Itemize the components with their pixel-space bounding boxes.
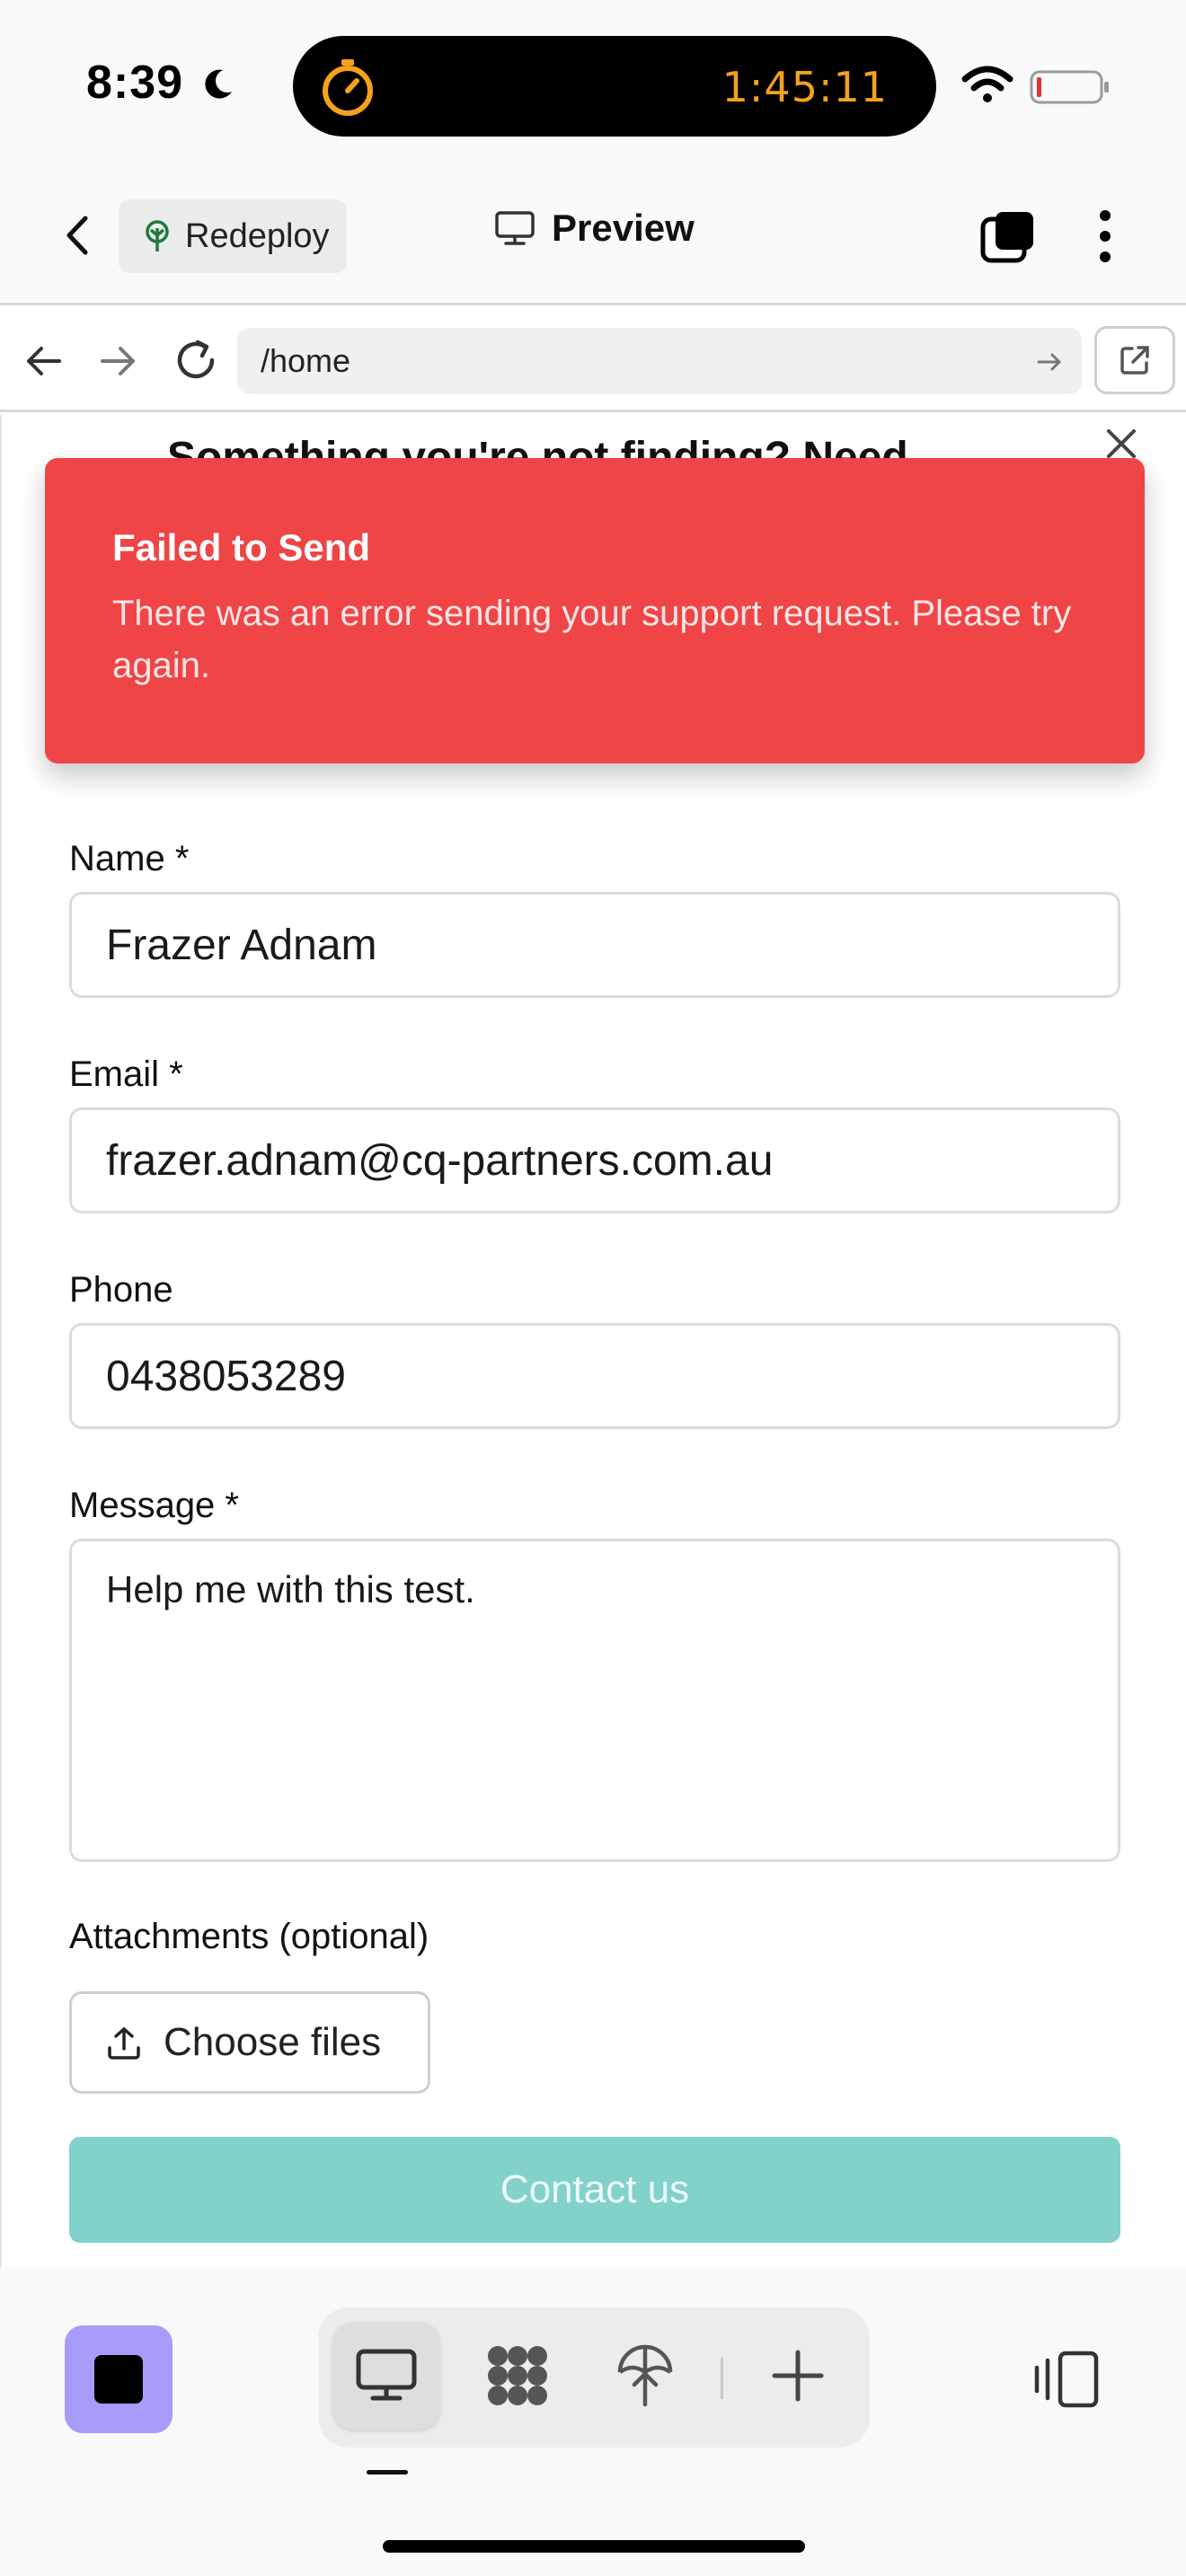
sidebar-toggle-icon[interactable] xyxy=(1033,2350,1102,2409)
bottom-toolbar xyxy=(0,2267,1186,2576)
app-header: Redeploy Preview xyxy=(0,171,1186,305)
app-square-icon xyxy=(94,2355,143,2404)
monitor-icon xyxy=(495,211,535,245)
name-field[interactable]: Frazer Adnam xyxy=(69,892,1120,998)
message-textarea[interactable]: Help me with this test. xyxy=(69,1539,1120,1862)
deploy-tab[interactable] xyxy=(591,2322,699,2430)
preview-title: Preview xyxy=(494,207,695,250)
tabs-icon[interactable] xyxy=(979,208,1037,266)
error-toast[interactable]: Failed to Send There was an error sendin… xyxy=(45,458,1145,763)
more-vertical-icon[interactable] xyxy=(1078,207,1132,266)
contact-us-button[interactable]: Contact us xyxy=(69,2137,1120,2243)
name-label: Name * xyxy=(69,839,190,878)
redeploy-button[interactable]: Redeploy xyxy=(119,199,347,273)
url-text: /home xyxy=(261,342,351,379)
home-indicator[interactable] xyxy=(383,2540,805,2553)
toast-message: There was an error sending your support … xyxy=(112,594,1072,685)
components-tab[interactable] xyxy=(464,2322,571,2430)
choose-files-button[interactable]: Choose files xyxy=(69,1991,430,2094)
attachments-label: Attachments (optional) xyxy=(69,1917,429,1956)
preview-tab[interactable] xyxy=(332,2322,440,2430)
monitor-icon xyxy=(356,2349,417,2401)
web-preview: Something you're not finding? Need Faile… xyxy=(0,415,1186,2267)
deploy-tree-icon xyxy=(146,220,169,251)
upload-icon xyxy=(108,2027,140,2060)
timer-readout: 1:45:11 xyxy=(721,63,888,111)
battery-icon xyxy=(1030,70,1109,104)
plus-icon xyxy=(772,2350,824,2402)
arrow-left-icon[interactable] xyxy=(22,339,66,384)
toolbar-divider xyxy=(721,2358,723,2399)
phone-label: Phone xyxy=(69,1270,173,1310)
stopwatch-icon xyxy=(323,59,373,116)
status-bar: 8:39 1:45:11 xyxy=(0,0,1186,171)
email-field[interactable]: frazer.adnam@cq-partners.com.au xyxy=(69,1107,1120,1213)
chevron-left-icon xyxy=(66,216,88,255)
go-arrow-icon[interactable] xyxy=(1035,348,1064,376)
add-button[interactable] xyxy=(744,2322,852,2430)
status-time: 8:39 xyxy=(86,57,184,109)
dynamic-island[interactable]: 1:45:11 xyxy=(293,36,936,137)
moon-icon xyxy=(205,69,232,99)
email-label: Email * xyxy=(69,1054,183,1094)
external-link-icon xyxy=(1120,346,1149,375)
browser-bar: /home xyxy=(0,308,1186,412)
choose-files-label: Choose files xyxy=(164,2020,382,2064)
back-button[interactable] xyxy=(50,208,104,262)
preview-title-label: Preview xyxy=(552,207,695,249)
active-tab-indicator xyxy=(367,2470,408,2475)
message-label: Message * xyxy=(69,1486,239,1525)
open-external-button[interactable] xyxy=(1094,326,1175,394)
toast-title: Failed to Send xyxy=(112,526,371,569)
redeploy-label: Redeploy xyxy=(185,216,330,255)
view-switcher xyxy=(318,2307,870,2448)
deploy-icon xyxy=(617,2344,673,2407)
url-input[interactable]: /home xyxy=(237,328,1082,394)
app-icon-button[interactable] xyxy=(65,2325,173,2433)
phone-field[interactable]: 0438053289 xyxy=(69,1323,1120,1429)
grid-icon xyxy=(488,2346,547,2405)
arrow-right-icon[interactable] xyxy=(95,339,140,384)
wifi-icon xyxy=(961,66,1013,102)
reload-icon[interactable] xyxy=(171,335,221,385)
